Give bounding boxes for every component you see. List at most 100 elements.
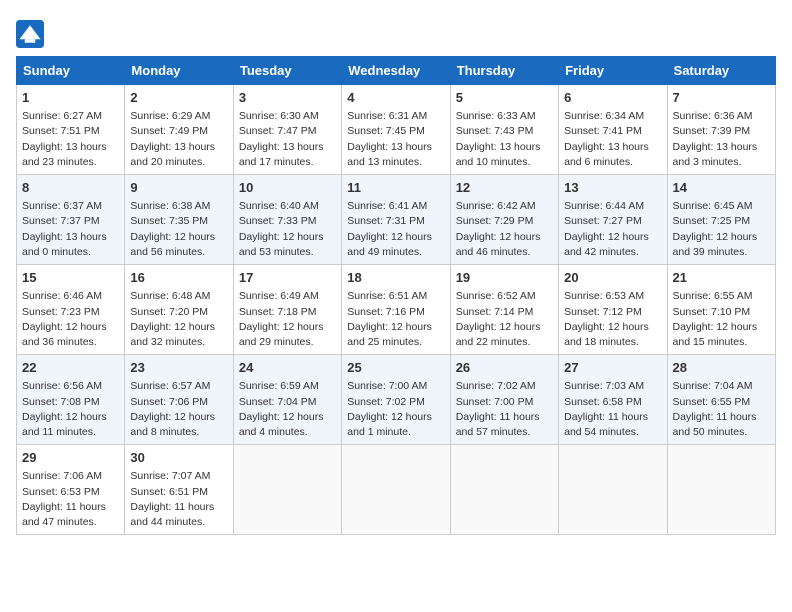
day-info: Sunrise: 6:37 AM Sunset: 7:37 PM Dayligh… — [22, 199, 119, 260]
day-number: 12 — [456, 179, 553, 197]
day-number: 1 — [22, 89, 119, 107]
calendar-cell-2-4: 11 Sunrise: 6:41 AM Sunset: 7:31 PM Dayli… — [342, 175, 450, 265]
calendar-cell-5-6 — [559, 445, 667, 535]
day-info: Sunrise: 6:51 AM Sunset: 7:16 PM Dayligh… — [347, 289, 444, 350]
day-number: 9 — [130, 179, 227, 197]
calendar-cell-2-3: 10 Sunrise: 6:40 AM Sunset: 7:33 PM Dayli… — [233, 175, 341, 265]
calendar-cell-2-5: 12 Sunrise: 6:42 AM Sunset: 7:29 PM Dayli… — [450, 175, 558, 265]
day-number: 22 — [22, 359, 119, 377]
day-info: Sunrise: 7:02 AM Sunset: 7:00 PM Dayligh… — [456, 379, 553, 440]
weekday-header-tuesday: Tuesday — [233, 57, 341, 85]
day-number: 25 — [347, 359, 444, 377]
calendar-cell-4-4: 25 Sunrise: 7:00 AM Sunset: 7:02 PM Dayli… — [342, 355, 450, 445]
day-number: 28 — [673, 359, 770, 377]
day-info: Sunrise: 7:06 AM Sunset: 6:53 PM Dayligh… — [22, 469, 119, 530]
weekday-header-saturday: Saturday — [667, 57, 775, 85]
day-number: 3 — [239, 89, 336, 107]
day-number: 24 — [239, 359, 336, 377]
day-number: 21 — [673, 269, 770, 287]
day-info: Sunrise: 6:57 AM Sunset: 7:06 PM Dayligh… — [130, 379, 227, 440]
calendar-cell-5-2: 30Sunrise: 7:07 AM Sunset: 6:51 PM Dayli… — [125, 445, 233, 535]
calendar-cell-5-1: 29 Sunrise: 7:06 AM Sunset: 6:53 PM Dayli… — [17, 445, 125, 535]
calendar-cell-1-2: 2 Sunrise: 6:29 AM Sunset: 7:49 PM Daylig… — [125, 85, 233, 175]
day-number: 13 — [564, 179, 661, 197]
calendar-week-2: 8 Sunrise: 6:37 AM Sunset: 7:37 PM Daylig… — [17, 175, 776, 265]
calendar-cell-5-3 — [233, 445, 341, 535]
calendar-cell-1-3: 3Sunrise: 6:30 AM Sunset: 7:47 PM Daylig… — [233, 85, 341, 175]
calendar-cell-5-5 — [450, 445, 558, 535]
day-number: 27 — [564, 359, 661, 377]
calendar-cell-3-7: 21 Sunrise: 6:55 AM Sunset: 7:10 PM Dayli… — [667, 265, 775, 355]
calendar-table: SundayMondayTuesdayWednesdayThursdayFrid… — [16, 56, 776, 535]
day-number: 2 — [130, 89, 227, 107]
day-info: Sunrise: 7:00 AM Sunset: 7:02 PM Dayligh… — [347, 379, 444, 440]
calendar-cell-3-6: 20Sunrise: 6:53 AM Sunset: 7:12 PM Dayli… — [559, 265, 667, 355]
day-number: 6 — [564, 89, 661, 107]
calendar-cell-3-1: 15 Sunrise: 6:46 AM Sunset: 7:23 PM Dayli… — [17, 265, 125, 355]
calendar-week-1: 1Sunrise: 6:27 AM Sunset: 7:51 PM Daylig… — [17, 85, 776, 175]
calendar-cell-3-2: 16Sunrise: 6:48 AM Sunset: 7:20 PM Dayli… — [125, 265, 233, 355]
logo — [16, 20, 48, 48]
calendar-cell-3-5: 19 Sunrise: 6:52 AM Sunset: 7:14 PM Dayli… — [450, 265, 558, 355]
day-number: 29 — [22, 449, 119, 467]
day-info: Sunrise: 6:45 AM Sunset: 7:25 PM Dayligh… — [673, 199, 770, 260]
calendar-cell-4-5: 26 Sunrise: 7:02 AM Sunset: 7:00 PM Dayli… — [450, 355, 558, 445]
day-number: 15 — [22, 269, 119, 287]
calendar-week-4: 22 Sunrise: 6:56 AM Sunset: 7:08 PM Dayli… — [17, 355, 776, 445]
day-info: Sunrise: 6:44 AM Sunset: 7:27 PM Dayligh… — [564, 199, 661, 260]
day-info: Sunrise: 6:36 AM Sunset: 7:39 PM Dayligh… — [673, 109, 770, 170]
day-number: 23 — [130, 359, 227, 377]
day-info: Sunrise: 6:41 AM Sunset: 7:31 PM Dayligh… — [347, 199, 444, 260]
calendar-cell-4-6: 27 Sunrise: 7:03 AM Sunset: 6:58 PM Dayli… — [559, 355, 667, 445]
calendar-cell-3-4: 18 Sunrise: 6:51 AM Sunset: 7:16 PM Dayli… — [342, 265, 450, 355]
calendar-cell-2-6: 13 Sunrise: 6:44 AM Sunset: 7:27 PM Dayli… — [559, 175, 667, 265]
day-number: 8 — [22, 179, 119, 197]
weekday-header-monday: Monday — [125, 57, 233, 85]
calendar-cell-3-3: 17 Sunrise: 6:49 AM Sunset: 7:18 PM Dayli… — [233, 265, 341, 355]
calendar-week-5: 29 Sunrise: 7:06 AM Sunset: 6:53 PM Dayli… — [17, 445, 776, 535]
calendar-cell-2-2: 9 Sunrise: 6:38 AM Sunset: 7:35 PM Daylig… — [125, 175, 233, 265]
day-number: 18 — [347, 269, 444, 287]
calendar-cell-1-5: 5Sunrise: 6:33 AM Sunset: 7:43 PM Daylig… — [450, 85, 558, 175]
calendar-cell-5-7 — [667, 445, 775, 535]
day-number: 7 — [673, 89, 770, 107]
calendar-cell-1-4: 4 Sunrise: 6:31 AM Sunset: 7:45 PM Daylig… — [342, 85, 450, 175]
calendar-cell-1-7: 7 Sunrise: 6:36 AM Sunset: 7:39 PM Daylig… — [667, 85, 775, 175]
day-number: 26 — [456, 359, 553, 377]
day-info: Sunrise: 6:31 AM Sunset: 7:45 PM Dayligh… — [347, 109, 444, 170]
day-info: Sunrise: 7:04 AM Sunset: 6:55 PM Dayligh… — [673, 379, 770, 440]
day-number: 17 — [239, 269, 336, 287]
calendar-cell-4-3: 24 Sunrise: 6:59 AM Sunset: 7:04 PM Dayli… — [233, 355, 341, 445]
weekday-header-sunday: Sunday — [17, 57, 125, 85]
day-info: Sunrise: 6:42 AM Sunset: 7:29 PM Dayligh… — [456, 199, 553, 260]
day-info: Sunrise: 6:29 AM Sunset: 7:49 PM Dayligh… — [130, 109, 227, 170]
day-number: 14 — [673, 179, 770, 197]
weekday-header-wednesday: Wednesday — [342, 57, 450, 85]
day-info: Sunrise: 6:48 AM Sunset: 7:20 PM Dayligh… — [130, 289, 227, 350]
calendar-cell-2-7: 14 Sunrise: 6:45 AM Sunset: 7:25 PM Dayli… — [667, 175, 775, 265]
day-info: Sunrise: 6:38 AM Sunset: 7:35 PM Dayligh… — [130, 199, 227, 260]
day-number: 11 — [347, 179, 444, 197]
day-info: Sunrise: 6:59 AM Sunset: 7:04 PM Dayligh… — [239, 379, 336, 440]
day-info: Sunrise: 6:56 AM Sunset: 7:08 PM Dayligh… — [22, 379, 119, 440]
day-number: 4 — [347, 89, 444, 107]
weekday-header-thursday: Thursday — [450, 57, 558, 85]
day-info: Sunrise: 6:46 AM Sunset: 7:23 PM Dayligh… — [22, 289, 119, 350]
calendar-body: 1Sunrise: 6:27 AM Sunset: 7:51 PM Daylig… — [17, 85, 776, 535]
header — [16, 16, 776, 48]
day-number: 10 — [239, 179, 336, 197]
day-number: 5 — [456, 89, 553, 107]
day-info: Sunrise: 6:52 AM Sunset: 7:14 PM Dayligh… — [456, 289, 553, 350]
calendar-cell-1-6: 6 Sunrise: 6:34 AM Sunset: 7:41 PM Daylig… — [559, 85, 667, 175]
day-number: 19 — [456, 269, 553, 287]
day-info: Sunrise: 6:55 AM Sunset: 7:10 PM Dayligh… — [673, 289, 770, 350]
calendar-cell-4-1: 22 Sunrise: 6:56 AM Sunset: 7:08 PM Dayli… — [17, 355, 125, 445]
weekday-header-friday: Friday — [559, 57, 667, 85]
weekday-header-row: SundayMondayTuesdayWednesdayThursdayFrid… — [17, 57, 776, 85]
day-info: Sunrise: 6:40 AM Sunset: 7:33 PM Dayligh… — [239, 199, 336, 260]
calendar-week-3: 15 Sunrise: 6:46 AM Sunset: 7:23 PM Dayli… — [17, 265, 776, 355]
calendar-cell-5-4 — [342, 445, 450, 535]
day-info: Sunrise: 6:49 AM Sunset: 7:18 PM Dayligh… — [239, 289, 336, 350]
day-info: Sunrise: 7:03 AM Sunset: 6:58 PM Dayligh… — [564, 379, 661, 440]
day-info: Sunrise: 6:34 AM Sunset: 7:41 PM Dayligh… — [564, 109, 661, 170]
